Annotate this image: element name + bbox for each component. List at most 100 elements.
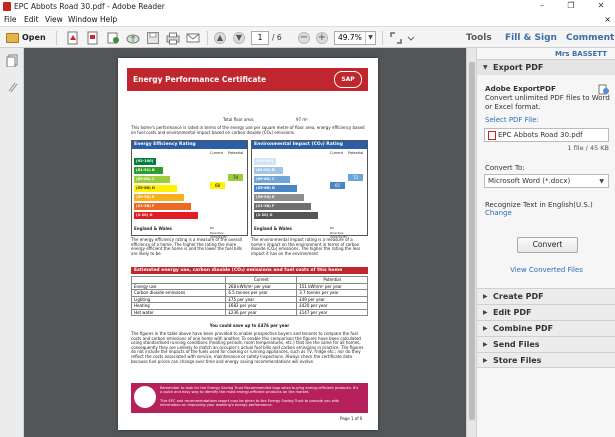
menu-help[interactable]: Help [100, 14, 117, 25]
fit-page-icon[interactable] [389, 31, 403, 45]
maximize-button[interactable]: ❐ [560, 0, 582, 13]
table-row: Hot water £236 per year £147 per year [130, 308, 368, 316]
pdf-page: Energy Performance Certificate SAP Total… [118, 58, 378, 430]
user-account[interactable]: Mrs BASSETT [555, 50, 607, 58]
chevron-down-icon: ▼ [599, 178, 604, 185]
chevron-right-icon: ▶ [483, 341, 488, 348]
chevron-down-icon: ▼ [365, 32, 375, 44]
body-text: The figures in the table above have been… [131, 331, 364, 364]
rating-band: (92-100) A [134, 158, 156, 170]
zoom-value: 49.7% [338, 33, 362, 42]
chevron-right-icon: ▶ [483, 293, 488, 300]
rating-band: (69-80) C [134, 176, 170, 183]
rating-band: (21-38) F [134, 203, 191, 210]
adobe-reader-icon [3, 2, 11, 11]
view-converted-link[interactable]: View Converted Files [477, 266, 615, 274]
rating-band: (39-54) E [254, 194, 304, 201]
ee-potential-header: Potential [228, 151, 244, 155]
est-footer-banner: Remember to look for the Energy Saving T… [131, 383, 368, 413]
convert-format-value: Microsoft Word (*.docx) [488, 177, 571, 185]
open-button[interactable]: Open [4, 30, 50, 46]
convert-button[interactable]: Convert [517, 237, 578, 253]
previous-page-button[interactable]: ▲ [214, 32, 226, 44]
zoom-in-button[interactable]: + [316, 32, 328, 44]
close-document-button[interactable]: × [604, 14, 611, 25]
comment-tab[interactable]: Comment [566, 30, 614, 46]
ee-current-header: Current [210, 151, 224, 155]
zoom-select[interactable]: 49.7% ▼ [334, 31, 376, 45]
epc-title: Energy Performance Certificate [133, 75, 267, 84]
ee-chart-title: Energy Efficiency Rating [132, 141, 247, 149]
save-icon[interactable] [146, 31, 160, 45]
export-service-name: Adobe ExportPDF [485, 84, 556, 93]
document-scrollbar[interactable] [466, 48, 476, 437]
email-icon[interactable] [186, 31, 200, 45]
create-pdf-section[interactable]: ▶ Create PDF [477, 288, 615, 304]
page-thumbnails-icon[interactable] [6, 54, 18, 67]
ei-region: England & Wales [254, 226, 292, 231]
floor-area-value: 97 m² [296, 117, 308, 122]
tools-tab[interactable]: Tools [466, 30, 492, 46]
selected-file-field[interactable]: EPC Abbots Road 30.pdf [484, 128, 609, 142]
table-cell: Hot water [130, 308, 227, 316]
scrollbar-thumb[interactable] [469, 62, 475, 420]
export-icon[interactable] [106, 31, 120, 45]
ee-explanation: The energy efficiency rating is a measur… [131, 237, 243, 256]
toolbar-separator [382, 31, 383, 45]
attachment-icon[interactable] [6, 80, 18, 93]
window-titlebar: EPC Abbots Road 30.pdf - Adobe Reader – … [0, 0, 615, 13]
floor-area-label: Total floor area: [223, 117, 255, 122]
epc-title-banner: Energy Performance Certificate SAP [127, 68, 368, 91]
edit-pdf-section[interactable]: ▶ Edit PDF [477, 304, 615, 320]
print-icon[interactable] [166, 31, 180, 45]
menu-window[interactable]: Window [68, 14, 98, 25]
selected-file-name: EPC Abbots Road 30.pdf [498, 131, 583, 139]
send-files-section[interactable]: ▶ Send Files [477, 336, 615, 352]
export-pdf-header[interactable]: ▼ Export PDF [477, 59, 615, 75]
ei-chart-title: Environmental Impact (CO₂) Rating [252, 141, 367, 149]
cloud-icon[interactable] [126, 31, 140, 45]
table-row: Carbon dioxide emissions 6.5 tonnes per y… [130, 289, 368, 297]
page-total: / 6 [272, 33, 282, 42]
close-window-button[interactable]: ✕ [590, 0, 612, 13]
rating-band: (21-38) F [254, 203, 311, 210]
fill-sign-tab[interactable]: Fill & Sign [505, 30, 557, 46]
combine-pdf-section[interactable]: ▶ Combine PDF [477, 320, 615, 336]
rating-band: (69-80) C [254, 176, 290, 183]
page-number-input[interactable]: 1 [251, 31, 269, 45]
est-footer-text-2: This EPC and recommendations report may … [160, 399, 340, 408]
sap-logo: SAP [334, 71, 362, 88]
rating-band: (39-54) E [134, 194, 184, 201]
zoom-out-button[interactable]: − [298, 32, 310, 44]
fit-dropdown-icon[interactable] [406, 31, 416, 45]
rating-band: (55-68) D [254, 185, 297, 192]
convert-format-select[interactable]: Microsoft Word (*.docx) ▼ [484, 174, 609, 188]
energy-use-table: Current Potential Energy use 268 kWh/m² per… [130, 276, 368, 316]
energy-table-title: Estimated energy use, carbon dioxide (CO… [131, 267, 368, 274]
ei-potential-header: Potential [348, 151, 364, 155]
ee-potential-arrow: 74 [228, 174, 243, 181]
window-title: EPC Abbots Road 30.pdf - Adobe Reader [14, 2, 165, 11]
folder-icon [6, 33, 19, 43]
est-footer-text: Remember to look for the Energy Saving T… [160, 386, 359, 395]
table-cell: £147 per year [296, 308, 368, 316]
export-description: Convert unlimited PDF files to Word or E… [485, 94, 610, 111]
menu-view[interactable]: View [45, 14, 63, 25]
next-page-button[interactable]: ▼ [233, 32, 245, 44]
open-label: Open [22, 33, 46, 42]
table-cell: £236 per year [225, 308, 298, 316]
environmental-impact-chart: Environmental Impact (CO₂) Rating Curren… [251, 140, 368, 239]
energy-saving-trust-logo [134, 386, 156, 408]
toolbar-separator [56, 31, 57, 45]
minimize-button[interactable]: – [531, 0, 553, 13]
menu-file[interactable]: File [4, 14, 17, 25]
create-pdf-icon[interactable] [66, 31, 80, 45]
store-files-section[interactable]: ▶ Store Files [477, 352, 615, 368]
ei-potential-arrow: 72 [348, 174, 363, 181]
menu-edit[interactable]: Edit [24, 14, 39, 25]
change-language-link[interactable]: Change [485, 209, 512, 218]
energy-efficiency-chart: Energy Efficiency Rating Current Potenti… [131, 140, 248, 239]
edit-pdf-icon[interactable] [86, 31, 100, 45]
toolbar-separator [207, 31, 208, 45]
file-meta: 1 file / 45 KB [567, 144, 609, 152]
